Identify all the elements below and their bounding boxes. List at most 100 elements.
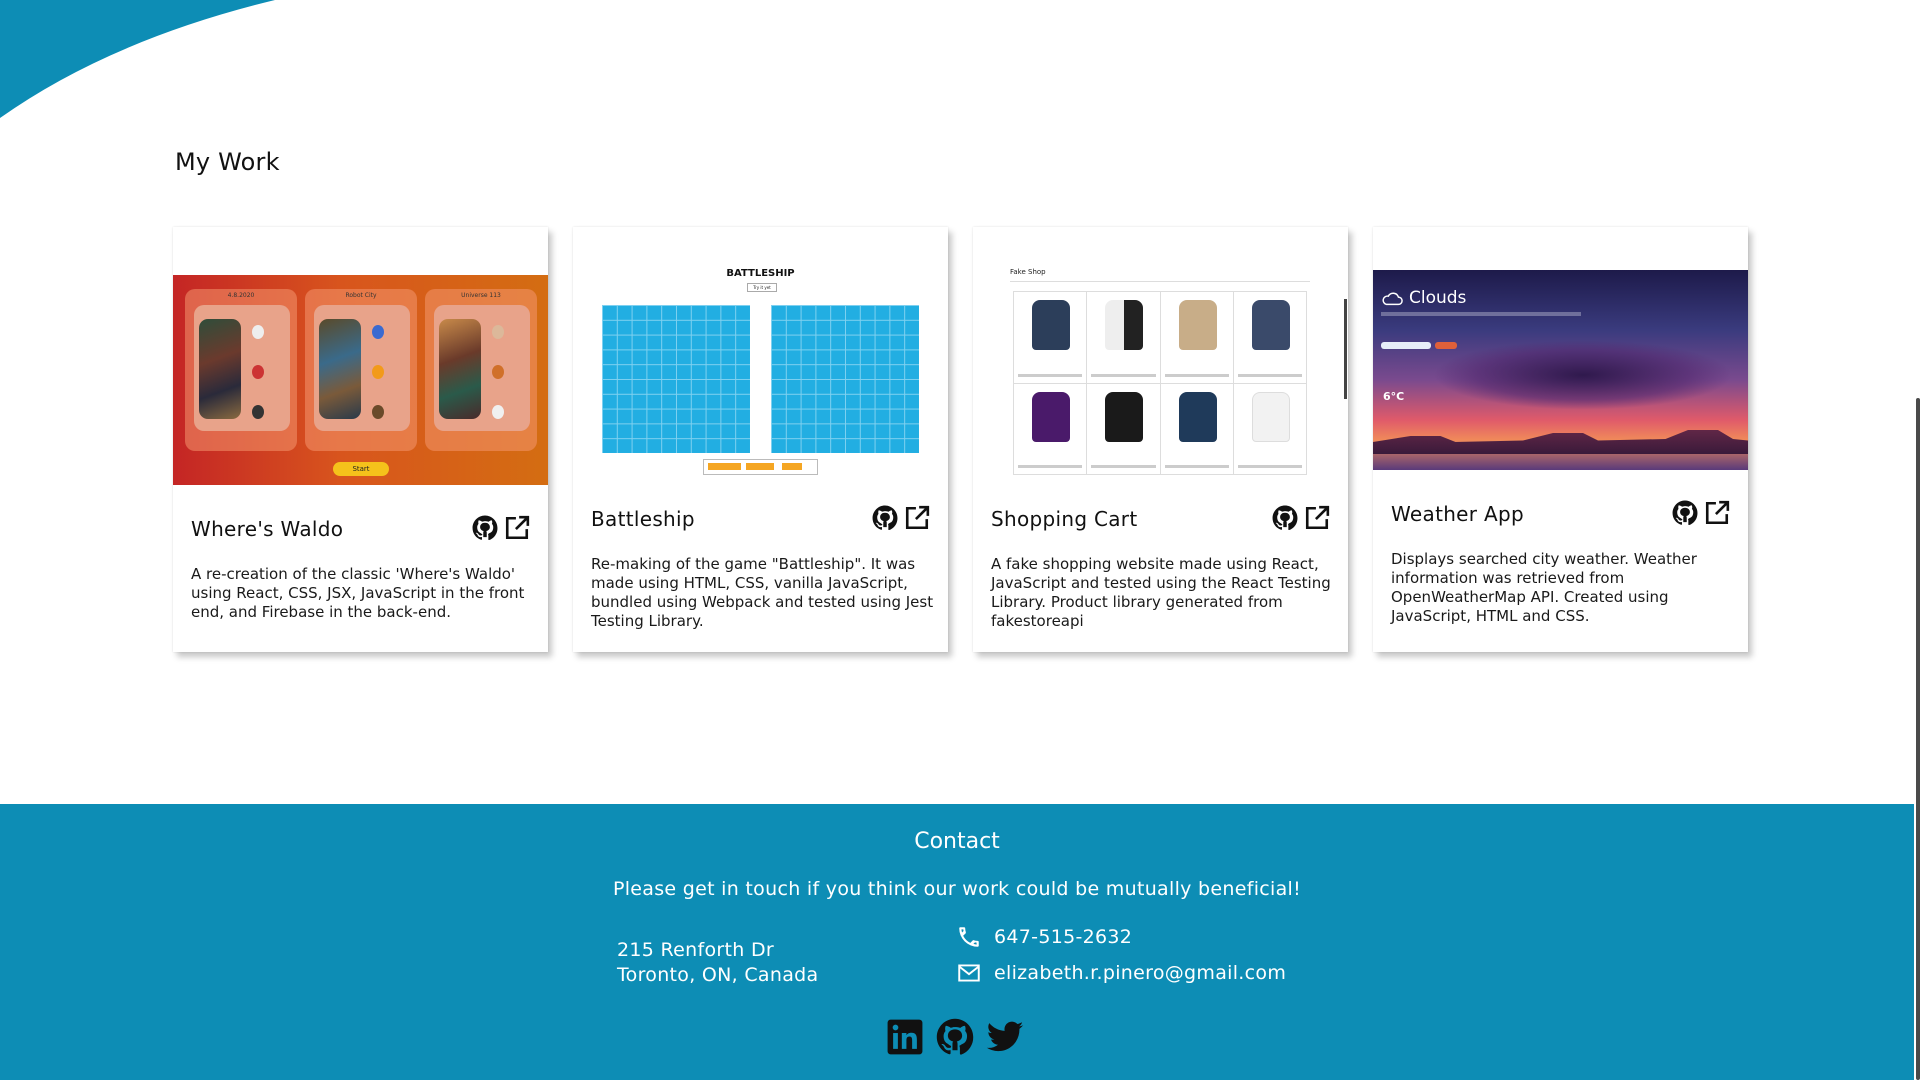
product-caption [1091, 373, 1156, 377]
thumbnail-panel: Universe 113 [425, 289, 537, 451]
phone-icon [959, 927, 979, 947]
project-description: A re-creation of the classic 'Where's Wa… [191, 565, 525, 621]
character-icon [252, 365, 264, 379]
project-card-battleship: BATTLESHIP Try it yet Battleship Re-maki… [573, 227, 948, 652]
thumbnail-weather-condition: Clouds [1409, 288, 1467, 308]
product-image [1178, 391, 1217, 442]
thumbnail-screen [434, 305, 530, 431]
social-links [886, 1018, 1024, 1056]
thumbnail-clouds-art [1433, 340, 1733, 410]
project-description: Re-making of the game "Battleship". It w… [591, 555, 934, 630]
project-title: Shopping Cart [991, 507, 1138, 531]
project-description: A fake shopping website made using React… [991, 555, 1331, 630]
mail-icon [958, 964, 980, 982]
github-icon[interactable] [1272, 505, 1298, 531]
character-icon [372, 325, 384, 339]
thumbnail-panel-label: Robot City [345, 292, 377, 299]
character-icon [492, 365, 504, 379]
contact-phone: 647-515-2632 [994, 926, 1133, 948]
project-description: Displays searched city weather. Weather … [1391, 550, 1697, 625]
page-scrollbar[interactable] [1914, 0, 1920, 1080]
thumbnail-panel: Robot City [305, 289, 417, 451]
enemy-board [771, 305, 919, 453]
contact-email-row[interactable]: elizabeth.r.pinero@gmail.com [956, 960, 1286, 986]
github-icon[interactable] [1672, 500, 1698, 526]
product-caption [1237, 373, 1302, 377]
product-image [1251, 391, 1290, 442]
character-icon [252, 405, 264, 419]
product-caption [1237, 465, 1302, 468]
thumbnail-scrollbar [1344, 299, 1347, 399]
character-icon [492, 405, 504, 419]
section-title: My Work [175, 148, 280, 176]
product-image [1032, 391, 1070, 442]
contact-section: Contact Please get in touch if you think… [0, 804, 1914, 1080]
project-title: Where's Waldo [191, 517, 344, 541]
product-cell [1014, 383, 1088, 475]
player-board [602, 305, 750, 453]
product-cell [1160, 383, 1234, 475]
ship [708, 463, 741, 470]
project-links [1672, 500, 1730, 526]
contact-address: 215 Renforth Dr Toronto, ON, Canada [617, 938, 818, 988]
project-title: Weather App [1391, 502, 1524, 526]
product-caption [1018, 373, 1083, 377]
product-caption [1164, 373, 1229, 377]
twitter-icon[interactable] [986, 1018, 1024, 1056]
thumbnail-store-name: Fake Shop [1010, 268, 1046, 276]
project-cards: 4.8.2020 Robot City Universe 113 Start W… [173, 227, 1748, 652]
product-cell [1233, 292, 1307, 384]
thumbnail-search-input [1381, 342, 1431, 349]
address-line: Toronto, ON, Canada [617, 964, 819, 986]
ship [746, 463, 774, 470]
cloud-icon [1382, 292, 1403, 306]
product-caption [1164, 465, 1229, 468]
thumbnail-search-button [1435, 342, 1457, 349]
thumbnail-temperature: 6°C [1383, 390, 1405, 403]
project-card-weather-app: Clouds 6°C Weather App Displays searched… [1373, 227, 1748, 652]
thumbnail-screen [314, 305, 410, 431]
character-icon [372, 405, 384, 419]
product-cell [1087, 292, 1161, 384]
thumbnail-phone-image [199, 319, 241, 419]
product-cell [1014, 292, 1088, 384]
product-image [1178, 300, 1217, 350]
thumbnail-product-grid [1013, 291, 1307, 475]
character-icon [372, 365, 384, 379]
ship [782, 463, 802, 470]
product-cell [1087, 383, 1161, 475]
contact-subtitle: Please get in touch if you think our wor… [612, 878, 1302, 900]
thumbnail-heading: BATTLESHIP [726, 268, 795, 279]
external-link-icon[interactable] [1304, 505, 1330, 531]
thumbnail-screen [194, 305, 290, 431]
external-link-icon[interactable] [1704, 500, 1730, 526]
project-thumbnail: 4.8.2020 Robot City Universe 113 Start [173, 275, 548, 485]
project-card-shopping-cart: Fake Shop Shopping Cart A fake shopping … [973, 227, 1348, 652]
linkedin-icon[interactable] [886, 1018, 924, 1056]
project-thumbnail: BATTLESHIP Try it yet [573, 263, 948, 513]
address-line: 215 Renforth Dr [617, 939, 774, 961]
thumbnail-panel: 4.8.2020 [185, 289, 297, 451]
product-caption [1018, 465, 1083, 468]
contact-email: elizabeth.r.pinero@gmail.com [994, 962, 1287, 984]
character-icon [252, 325, 264, 339]
product-image [1251, 300, 1290, 350]
product-image [1105, 300, 1144, 350]
project-title: Battleship [591, 507, 695, 531]
github-icon[interactable] [872, 505, 898, 531]
product-caption [1091, 465, 1156, 468]
page-scrollbar-thumb[interactable] [1916, 398, 1920, 1080]
external-link-icon[interactable] [504, 515, 530, 541]
github-icon[interactable] [472, 515, 498, 541]
project-thumbnail: Clouds 6°C [1373, 270, 1748, 470]
thumbnail-panel-label: 4.8.2020 [227, 292, 255, 299]
thumbnail-panel-label: Universe 113 [461, 292, 501, 299]
product-image [1105, 391, 1144, 442]
contact-phone-row[interactable]: 647-515-2632 [956, 924, 1132, 950]
thumbnail-subtext-line [1381, 312, 1581, 316]
project-links [872, 505, 930, 531]
external-link-icon[interactable] [904, 505, 930, 531]
github-icon[interactable] [936, 1018, 974, 1056]
character-icon [492, 325, 504, 339]
thumbnail-store-bar: Fake Shop [1010, 268, 1310, 282]
